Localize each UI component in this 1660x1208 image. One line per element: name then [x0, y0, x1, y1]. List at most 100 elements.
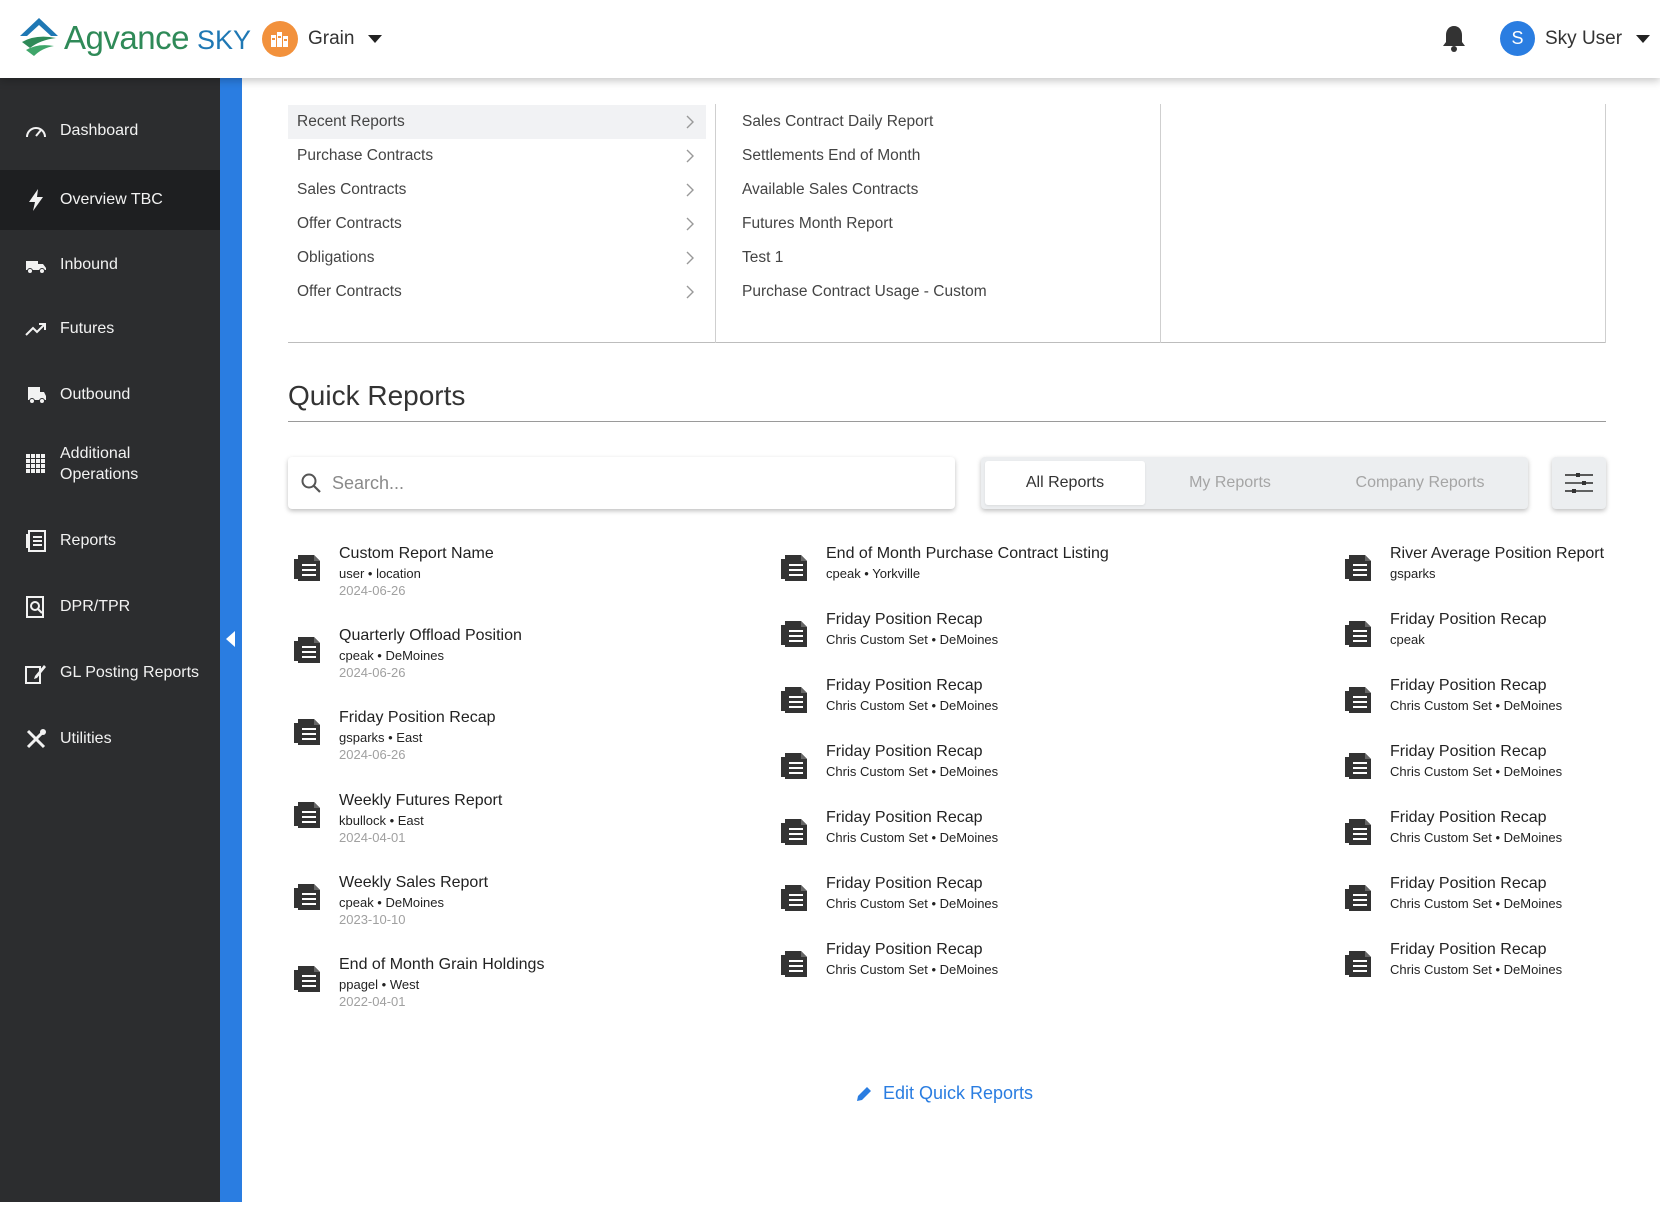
- filter-button[interactable]: [1552, 457, 1606, 509]
- document-search-icon: [24, 595, 48, 619]
- category-recent-reports[interactable]: Recent Reports: [288, 105, 706, 139]
- report-title: End of Month Purchase Contract Listing: [826, 545, 1109, 562]
- report-meta: Chris Custom Set • DeMoines: [826, 830, 999, 845]
- quick-report-item[interactable]: Friday Position Recap Chris Custom Set • …: [1343, 874, 1562, 914]
- recent-report-link[interactable]: Futures Month Report: [742, 215, 893, 233]
- edit-quick-reports-link[interactable]: Edit Quick Reports: [855, 1083, 1033, 1104]
- quick-report-item[interactable]: Friday Position Recap gsparks • East 2024-…: [292, 708, 496, 763]
- quick-report-item[interactable]: Custom Report Name user • location 2024-06…: [292, 544, 494, 599]
- sidebar-item-label: Inbound: [60, 256, 118, 273]
- quick-report-item[interactable]: Friday Position Recap Chris Custom Set • …: [779, 940, 998, 980]
- user-menu[interactable]: S Sky User: [1500, 21, 1651, 56]
- sidebar-item-reports[interactable]: Reports: [0, 512, 220, 570]
- recent-report-link[interactable]: Test 1: [742, 249, 783, 267]
- category-label: Obligations: [297, 249, 375, 266]
- quick-report-item[interactable]: Weekly Sales Report cpeak • DeMoines 2023-…: [292, 873, 488, 928]
- quick-report-item[interactable]: Friday Position Recap Chris Custom Set • …: [1343, 940, 1562, 980]
- sidebar-item-label: Dashboard: [60, 122, 139, 139]
- quick-report-item[interactable]: Friday Position Recap Chris Custom Set • …: [779, 742, 998, 782]
- sidebar-item-outbound[interactable]: Outbound: [0, 366, 220, 424]
- quick-report-item[interactable]: River Average Position Report gsparks: [1343, 544, 1604, 584]
- recent-report-link[interactable]: Settlements End of Month: [742, 147, 920, 165]
- quick-report-item[interactable]: Friday Position Recap Chris Custom Set • …: [779, 874, 998, 914]
- agvance-sky-logo[interactable]: Agvance SKY: [18, 16, 251, 60]
- recent-report-link[interactable]: Purchase Contract Usage - Custom: [742, 283, 987, 301]
- sidebar-item-overview-tbc[interactable]: Overview TBC: [0, 170, 220, 230]
- category-offer-contracts-2[interactable]: Offer Contracts: [288, 275, 706, 309]
- chevron-right-icon: [686, 149, 694, 163]
- report-meta: Chris Custom Set • DeMoines: [1390, 962, 1563, 977]
- report-date: 2024-06-26: [339, 747, 406, 763]
- report-document-icon: [1343, 882, 1375, 914]
- category-label: Offer Contracts: [297, 283, 402, 300]
- sidebar-item-additional-operations[interactable]: Additional Operations: [0, 430, 220, 498]
- column-divider: [1160, 104, 1161, 343]
- report-title: Friday Position Recap: [1390, 677, 1547, 694]
- report-title: Friday Position Recap: [1390, 941, 1547, 958]
- recent-report-link[interactable]: Sales Contract Daily Report: [742, 113, 933, 131]
- category-offer-contracts[interactable]: Offer Contracts: [288, 207, 706, 241]
- agvance-logo-icon: [20, 18, 58, 56]
- bell-icon[interactable]: [1442, 24, 1466, 57]
- quick-report-item[interactable]: End of Month Purchase Contract Listing cp…: [779, 544, 1109, 584]
- quick-report-item[interactable]: Friday Position Recap Chris Custom Set • …: [779, 676, 998, 716]
- report-document-icon: [292, 963, 324, 995]
- filter-icon: [1565, 473, 1593, 493]
- user-name: Sky User: [1545, 27, 1623, 49]
- category-purchase-contracts[interactable]: Purchase Contracts: [288, 139, 706, 173]
- report-title: Friday Position Recap: [826, 875, 983, 892]
- report-date: 2024-06-26: [339, 665, 406, 681]
- report-date: 2024-06-26: [339, 583, 406, 598]
- quick-report-item[interactable]: Friday Position Recap Chris Custom Set • …: [1343, 676, 1562, 716]
- sidebar-item-utilities[interactable]: Utilities: [0, 710, 220, 768]
- avatar: S: [1500, 21, 1535, 56]
- report-title: Weekly Sales Report: [339, 873, 489, 891]
- report-meta: Chris Custom Set • DeMoines: [826, 896, 999, 911]
- quick-report-item[interactable]: Friday Position Recap cpeak: [1343, 610, 1547, 650]
- quick-report-item[interactable]: Friday Position Recap Chris Custom Set • …: [779, 610, 998, 650]
- quick-report-item[interactable]: Friday Position Recap Chris Custom Set • …: [779, 808, 998, 848]
- category-label: Purchase Contracts: [297, 147, 434, 164]
- page-title: Quick Reports: [288, 380, 466, 411]
- sidebar-item-dashboard[interactable]: Dashboard: [0, 102, 220, 160]
- report-meta: Chris Custom Set • DeMoines: [826, 764, 999, 779]
- report-title: Friday Position Recap: [1390, 611, 1547, 628]
- quick-report-item[interactable]: Friday Position Recap Chris Custom Set • …: [1343, 808, 1562, 848]
- report-meta: Chris Custom Set • DeMoines: [1390, 698, 1563, 713]
- sidebar-item-gl-posting-reports[interactable]: GL Posting Reports: [0, 644, 220, 702]
- tab-my-reports[interactable]: My Reports: [1145, 461, 1315, 505]
- report-date: 2023-10-10: [339, 911, 406, 927]
- module-selector[interactable]: Grain: [262, 21, 383, 57]
- report-meta: cpeak: [1390, 632, 1425, 647]
- report-document-icon: [292, 552, 324, 584]
- tab-company-reports[interactable]: Company Reports: [1315, 461, 1525, 505]
- report-scope-tabs: All Reports My Reports Company Reports: [981, 457, 1528, 509]
- search-input[interactable]: [332, 472, 912, 494]
- report-meta: cpeak • Yorkville: [826, 566, 921, 581]
- report-meta: cpeak • DeMoines: [339, 648, 444, 664]
- truck-outbound-icon: [24, 383, 48, 407]
- brand-name: Agvance: [64, 19, 189, 56]
- report-document-icon: [1343, 684, 1375, 716]
- sidebar-item-label: Utilities: [60, 730, 112, 747]
- tab-all-reports[interactable]: All Reports: [985, 461, 1145, 505]
- edit-document-icon: [24, 661, 48, 685]
- sidebar-item-futures[interactable]: Futures: [0, 300, 220, 358]
- edit-quick-reports-label: Edit Quick Reports: [883, 1083, 1034, 1103]
- quick-report-item[interactable]: End of Month Grain Holdings ppagel • West…: [292, 955, 544, 1010]
- top-header: Agvance SKY Grain S Sky User: [0, 0, 1660, 78]
- quick-report-item[interactable]: Weekly Futures Report kbullock • East 2024…: [292, 791, 502, 846]
- report-document-icon: [779, 684, 811, 716]
- quick-report-item[interactable]: Quarterly Offload Position cpeak • DeMoin…: [292, 626, 522, 681]
- divider: [288, 421, 1606, 422]
- sidebar-item-inbound[interactable]: Inbound: [0, 236, 220, 294]
- collapse-arrow-icon[interactable]: [226, 631, 235, 647]
- sidebar-item-dpr-tpr[interactable]: DPR/TPR: [0, 578, 220, 636]
- quick-report-item[interactable]: Friday Position Recap Chris Custom Set • …: [1343, 742, 1562, 782]
- truck-icon: [24, 253, 48, 277]
- category-obligations[interactable]: Obligations: [288, 241, 706, 275]
- recent-report-link[interactable]: Available Sales Contracts: [742, 181, 918, 199]
- column-divider: [715, 104, 716, 343]
- category-sales-contracts[interactable]: Sales Contracts: [288, 173, 706, 207]
- report-meta: Chris Custom Set • DeMoines: [826, 698, 999, 713]
